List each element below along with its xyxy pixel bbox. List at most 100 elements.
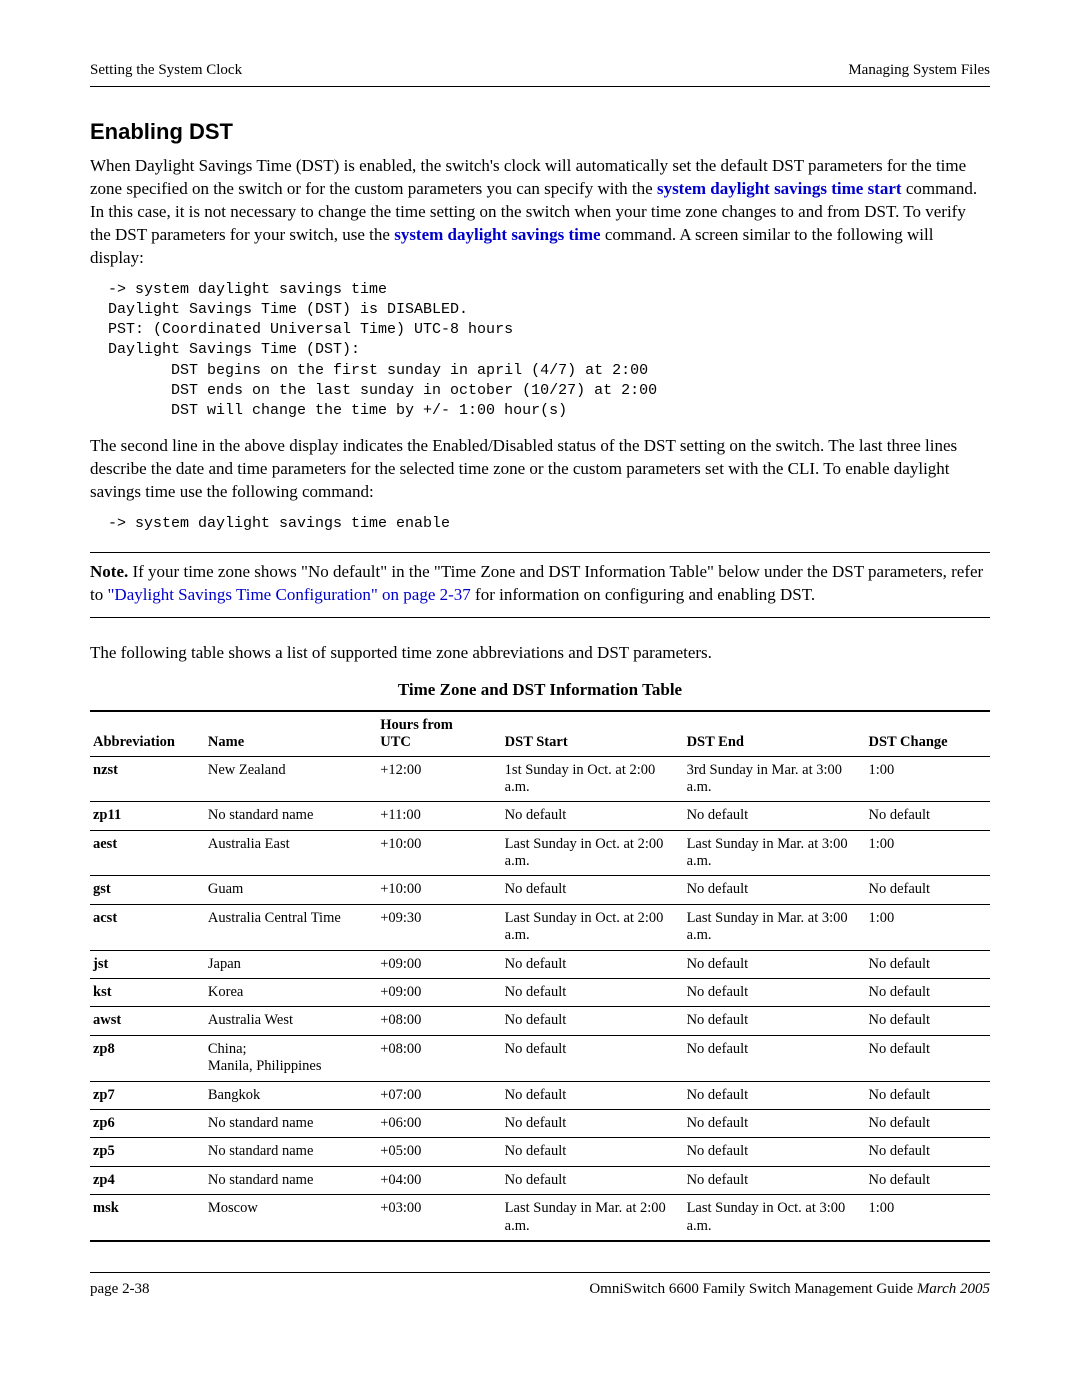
- link-system-dst-start[interactable]: system daylight savings time start: [657, 179, 902, 198]
- cell-change: No default: [865, 1035, 990, 1081]
- cell-abbr: zp4: [90, 1166, 205, 1194]
- cell-end: No default: [684, 1138, 866, 1166]
- cell-abbr: awst: [90, 1007, 205, 1035]
- intro-paragraph: When Daylight Savings Time (DST) is enab…: [90, 155, 990, 270]
- cell-change: No default: [865, 1166, 990, 1194]
- cell-name: Japan: [205, 950, 377, 978]
- cell-utc: +03:00: [377, 1195, 501, 1241]
- note-label: Note.: [90, 562, 128, 581]
- cell-end: No default: [684, 1007, 866, 1035]
- cell-change: No default: [865, 1138, 990, 1166]
- code-block-1: -> system daylight savings time Daylight…: [108, 280, 990, 422]
- cell-change: No default: [865, 802, 990, 830]
- table-row: zp4No standard name+04:00No defaultNo de…: [90, 1166, 990, 1194]
- cell-abbr: gst: [90, 876, 205, 904]
- section-heading: Enabling DST: [90, 117, 990, 147]
- running-footer: page 2-38 OmniSwitch 6600 Family Switch …: [90, 1279, 990, 1299]
- table-row: jstJapan+09:00No defaultNo defaultNo def…: [90, 950, 990, 978]
- link-dst-config[interactable]: "Daylight Savings Time Configuration" on…: [107, 585, 470, 604]
- link-system-dst[interactable]: system daylight savings time: [394, 225, 600, 244]
- header-left: Setting the System Clock: [90, 60, 242, 80]
- cell-start: No default: [502, 1110, 684, 1138]
- table-row: kstKorea+09:00No defaultNo defaultNo def…: [90, 979, 990, 1007]
- cell-name: No standard name: [205, 802, 377, 830]
- cell-start: No default: [502, 979, 684, 1007]
- cell-abbr: zp7: [90, 1081, 205, 1109]
- cell-end: No default: [684, 1035, 866, 1081]
- header-rule: [90, 86, 990, 87]
- cell-name: New Zealand: [205, 756, 377, 802]
- cell-end: No default: [684, 950, 866, 978]
- table-body: nzstNew Zealand+12:001st Sunday in Oct. …: [90, 756, 990, 1241]
- footer-right-a: OmniSwitch 6600 Family Switch Management…: [589, 1281, 916, 1297]
- cell-end: Last Sunday in Mar. at 3:00 a.m.: [684, 904, 866, 950]
- cell-utc: +05:00: [377, 1138, 501, 1166]
- cell-name: Bangkok: [205, 1081, 377, 1109]
- cell-abbr: acst: [90, 904, 205, 950]
- table-header-row: Abbreviation Name Hours fromUTC DST Star…: [90, 711, 990, 756]
- cell-end: No default: [684, 1110, 866, 1138]
- cell-abbr: zp8: [90, 1035, 205, 1081]
- cell-change: No default: [865, 1081, 990, 1109]
- cell-start: No default: [502, 1035, 684, 1081]
- cell-abbr: zp6: [90, 1110, 205, 1138]
- cell-abbr: kst: [90, 979, 205, 1007]
- cell-change: No default: [865, 950, 990, 978]
- cell-change: No default: [865, 1007, 990, 1035]
- table-row: aestAustralia East+10:00Last Sunday in O…: [90, 830, 990, 876]
- cell-end: No default: [684, 876, 866, 904]
- table-row: acstAustralia Central Time+09:30 Last Sun…: [90, 904, 990, 950]
- cell-end: 3rd Sunday in Mar. at 3:00 a.m.: [684, 756, 866, 802]
- cell-utc: +09:00: [377, 979, 501, 1007]
- note-rule-top: [90, 552, 990, 553]
- cell-start: Last Sunday in Oct. at 2:00 a.m.: [502, 830, 684, 876]
- table-caption: Time Zone and DST Information Table: [90, 679, 990, 702]
- cell-change: 1:00: [865, 830, 990, 876]
- running-header: Setting the System Clock Managing System…: [90, 60, 990, 80]
- cell-abbr: zp11: [90, 802, 205, 830]
- cell-start: No default: [502, 1166, 684, 1194]
- table-row: gstGuam+10:00No defaultNo defaultNo defa…: [90, 876, 990, 904]
- table-row: mskMoscow+03:00Last Sunday in Mar. at 2:…: [90, 1195, 990, 1241]
- cell-name: China;Manila, Philippines: [205, 1035, 377, 1081]
- th-name: Name: [205, 711, 377, 756]
- th-start: DST Start: [502, 711, 684, 756]
- cell-utc: +09:30: [377, 904, 501, 950]
- cell-utc: +07:00: [377, 1081, 501, 1109]
- header-right: Managing System Files: [848, 60, 990, 80]
- table-row: zp6No standard name+06:00No defaultNo de…: [90, 1110, 990, 1138]
- cell-utc: +12:00: [377, 756, 501, 802]
- para3: The following table shows a list of supp…: [90, 642, 990, 665]
- table-row: zp5No standard name+05:00No defaultNo de…: [90, 1138, 990, 1166]
- cell-change: No default: [865, 979, 990, 1007]
- th-change: DST Change: [865, 711, 990, 756]
- cell-start: No default: [502, 950, 684, 978]
- th-end: DST End: [684, 711, 866, 756]
- cell-utc: +11:00: [377, 802, 501, 830]
- table-row: zp7Bangkok+07:00No defaultNo defaultNo d…: [90, 1081, 990, 1109]
- cell-start: No default: [502, 1007, 684, 1035]
- cell-utc: +10:00: [377, 830, 501, 876]
- cell-name: Korea: [205, 979, 377, 1007]
- cell-end: No default: [684, 1081, 866, 1109]
- th-utc: Hours fromUTC: [377, 711, 501, 756]
- cell-start: Last Sunday in Mar. at 2:00 a.m.: [502, 1195, 684, 1241]
- cell-name: No standard name: [205, 1166, 377, 1194]
- cell-name: Guam: [205, 876, 377, 904]
- cell-name: Australia West: [205, 1007, 377, 1035]
- cell-end: No default: [684, 802, 866, 830]
- cell-start: No default: [502, 1138, 684, 1166]
- cell-end: Last Sunday in Mar. at 3:00 a.m.: [684, 830, 866, 876]
- cell-name: Australia East: [205, 830, 377, 876]
- table-row: zp8China;Manila, Philippines+08:00No def…: [90, 1035, 990, 1081]
- table-row: awstAustralia West+08:00No defaultNo def…: [90, 1007, 990, 1035]
- footer-rule: [90, 1272, 990, 1273]
- cell-abbr: zp5: [90, 1138, 205, 1166]
- cell-name: Australia Central Time: [205, 904, 377, 950]
- cell-change: 1:00: [865, 1195, 990, 1241]
- cell-utc: +04:00: [377, 1166, 501, 1194]
- cell-name: No standard name: [205, 1110, 377, 1138]
- note-rule-bottom: [90, 617, 990, 618]
- cell-start: 1st Sunday in Oct. at 2:00 a.m.: [502, 756, 684, 802]
- note-paragraph: Note. If your time zone shows "No defaul…: [90, 561, 990, 607]
